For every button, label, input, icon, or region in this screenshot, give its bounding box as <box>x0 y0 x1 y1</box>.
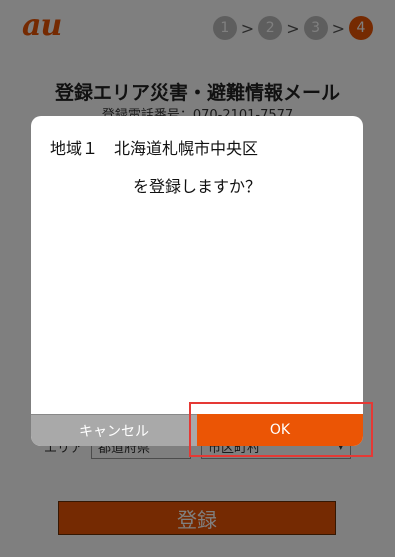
confirm-dialog: 地域１ 北海道札幌市中央区 を登録しますか？ キャンセル OK <box>31 116 363 446</box>
dialog-question-text: を登録しますか？ <box>132 177 261 196</box>
dialog-area-text: 地域１ 北海道札幌市中央区 <box>50 139 259 158</box>
dialog-button-row: キャンセル OK <box>31 414 363 446</box>
cancel-button[interactable]: キャンセル <box>31 414 197 446</box>
ok-button[interactable]: OK <box>197 414 363 446</box>
